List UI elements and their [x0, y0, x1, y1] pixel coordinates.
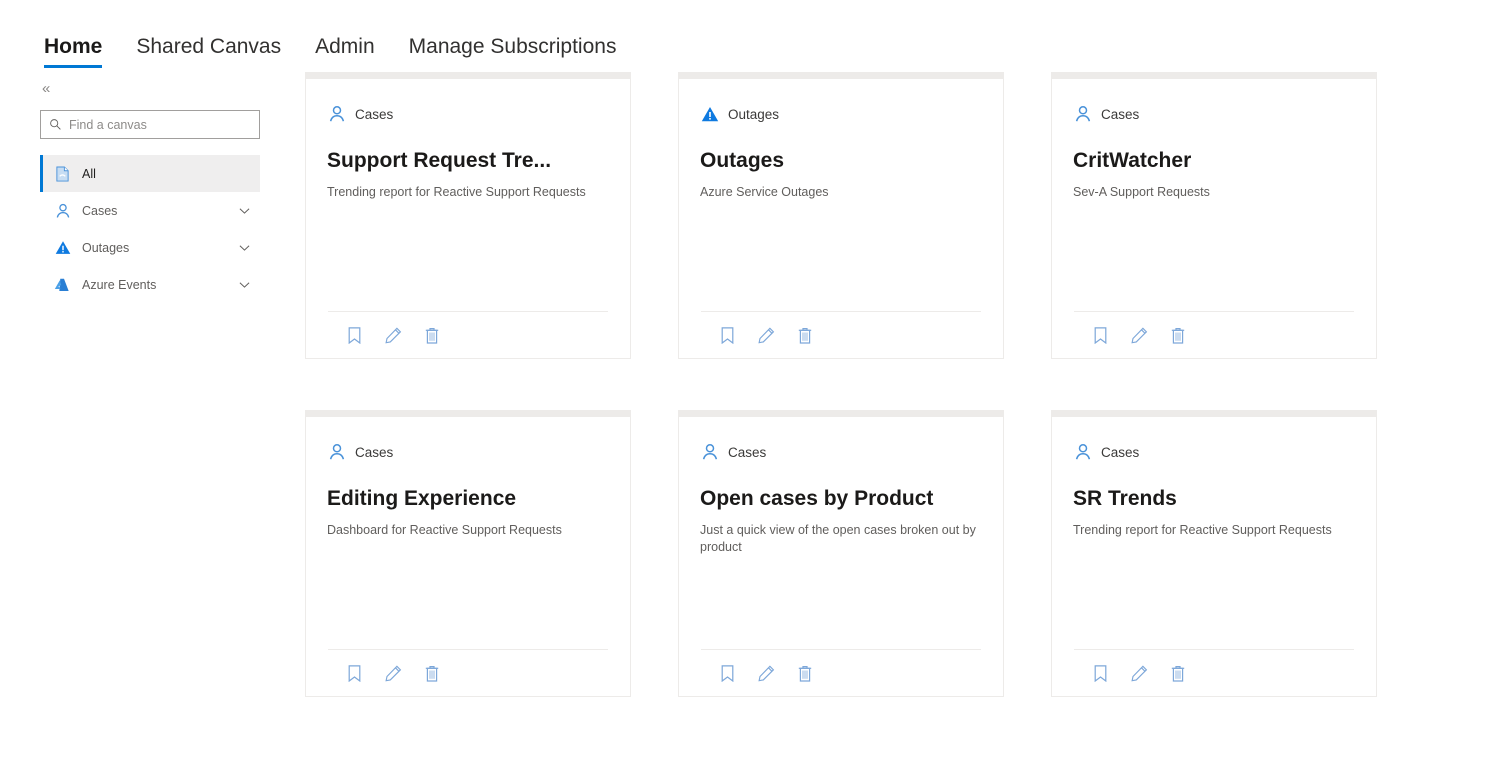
sidebar-item-label: Outages [82, 240, 130, 255]
canvas-grid-area: Cases Support Request Tre... Trending re… [300, 68, 1500, 697]
tab-manage-subscriptions[interactable]: Manage Subscriptions [409, 33, 617, 68]
delete-icon[interactable] [795, 663, 815, 683]
card-description: Trending report for Reactive Support Req… [327, 185, 586, 199]
person-icon [1073, 105, 1092, 124]
sidebar-item-label: All [82, 166, 96, 181]
delete-icon[interactable] [795, 325, 815, 345]
card-action-bar [1073, 312, 1355, 358]
sidebar-item-label: Cases [82, 203, 118, 218]
chevron-down-icon[interactable] [239, 244, 250, 252]
sidebar-item-cases[interactable]: Cases [40, 192, 260, 229]
chevron-down-icon[interactable] [239, 281, 250, 289]
card-category: Cases [327, 442, 609, 462]
tab-home[interactable]: Home [44, 33, 103, 68]
bookmark-icon[interactable] [344, 325, 364, 345]
edit-icon[interactable] [756, 663, 776, 683]
card-category-label: Cases [1101, 444, 1140, 460]
card-category-label: Cases [355, 444, 394, 460]
tab-admin[interactable]: Admin [315, 33, 375, 68]
card-title: SR Trends [1073, 487, 1177, 510]
bookmark-icon[interactable] [344, 663, 364, 683]
canvas-card[interactable]: Cases Editing Experience Dashboard for R… [305, 410, 631, 697]
person-icon [700, 443, 719, 462]
card-title: Support Request Tre... [327, 149, 552, 172]
card-action-bar [327, 650, 609, 696]
delete-icon[interactable] [1168, 663, 1188, 683]
canvas-card-grid: Cases Support Request Tre... Trending re… [300, 72, 1500, 697]
warning-triangle-icon [54, 239, 71, 256]
canvas-card[interactable]: Cases Open cases by Product Just a quick… [678, 410, 1004, 697]
card-description: Azure Service Outages [700, 185, 829, 199]
canvas-card[interactable]: Outages Outages Azure Service Outages [678, 72, 1004, 359]
card-title: Open cases by Product [700, 487, 934, 510]
card-category: Outages [700, 104, 982, 124]
card-category-label: Cases [1101, 106, 1140, 122]
top-navigation: Home Shared Canvas Admin Manage Subscrip… [0, 0, 1500, 68]
card-title: CritWatcher [1073, 149, 1192, 172]
delete-icon[interactable] [1168, 325, 1188, 345]
warning-triangle-icon [700, 105, 719, 124]
card-category-label: Cases [728, 444, 767, 460]
bookmark-icon[interactable] [1090, 325, 1110, 345]
bookmark-icon[interactable] [1090, 663, 1110, 683]
card-description: Sev-A Support Requests [1073, 185, 1210, 199]
edit-icon[interactable] [1129, 325, 1149, 345]
canvas-card[interactable]: Cases CritWatcher Sev-A Support Requests [1051, 72, 1377, 359]
card-description: Just a quick view of the open cases brok… [700, 523, 976, 554]
bookmark-icon[interactable] [717, 663, 737, 683]
search-box[interactable] [40, 110, 260, 139]
sidebar-nav-list: All Cases Outages Azure Events [40, 155, 260, 303]
card-title: Outages [700, 149, 785, 172]
card-description: Dashboard for Reactive Support Requests [327, 523, 562, 537]
card-category: Cases [700, 442, 982, 462]
azure-logo-icon [54, 276, 71, 293]
canvas-card[interactable]: Cases Support Request Tre... Trending re… [305, 72, 631, 359]
card-description: Trending report for Reactive Support Req… [1073, 523, 1332, 537]
edit-icon[interactable] [383, 663, 403, 683]
sidebar-item-outages[interactable]: Outages [40, 229, 260, 266]
edit-icon[interactable] [383, 325, 403, 345]
card-category: Cases [327, 104, 609, 124]
card-action-bar [327, 312, 609, 358]
person-icon [327, 105, 346, 124]
card-action-bar [1073, 650, 1355, 696]
page-body: « All [0, 68, 1500, 697]
person-icon [54, 202, 71, 219]
edit-icon[interactable] [756, 325, 776, 345]
edit-icon[interactable] [1129, 663, 1149, 683]
sidebar-item-all[interactable]: All [40, 155, 260, 192]
delete-icon[interactable] [422, 663, 442, 683]
sidebar-item-azure-events[interactable]: Azure Events [40, 266, 260, 303]
card-category: Cases [1073, 104, 1355, 124]
card-category: Cases [1073, 442, 1355, 462]
canvas-card[interactable]: Cases SR Trends Trending report for Reac… [1051, 410, 1377, 697]
sidebar-item-label: Azure Events [82, 277, 157, 292]
card-title: Editing Experience [327, 487, 517, 510]
search-input[interactable] [69, 117, 251, 132]
sidebar-collapse-button[interactable]: « [40, 81, 300, 110]
card-action-bar [700, 312, 982, 358]
person-icon [1073, 443, 1092, 462]
search-icon [49, 118, 62, 131]
person-icon [327, 443, 346, 462]
chevron-down-icon[interactable] [239, 207, 250, 215]
tab-shared-canvas[interactable]: Shared Canvas [136, 33, 281, 68]
card-category-label: Cases [355, 106, 394, 122]
card-category-label: Outages [728, 106, 780, 122]
document-icon [54, 165, 71, 182]
sidebar: « All [0, 68, 300, 697]
card-action-bar [700, 650, 982, 696]
bookmark-icon[interactable] [717, 325, 737, 345]
delete-icon[interactable] [422, 325, 442, 345]
